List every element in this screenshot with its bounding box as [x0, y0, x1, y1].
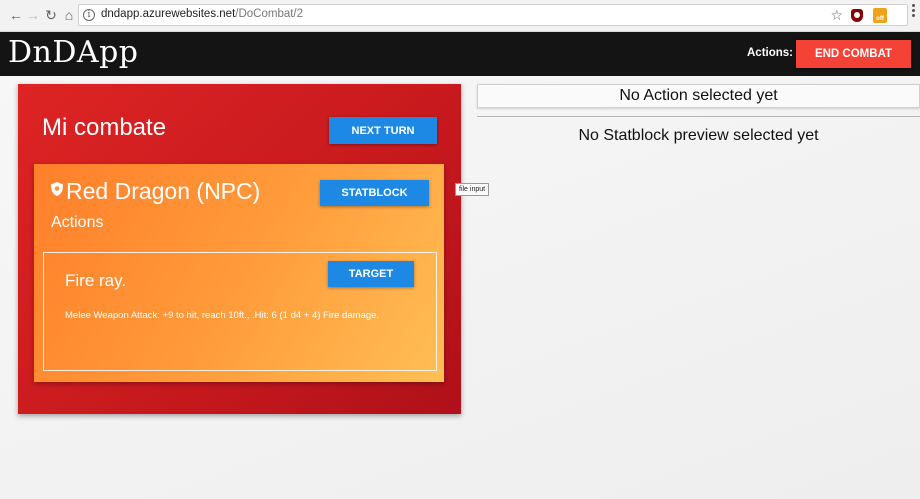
url-path: /DoCombat/2: [235, 8, 304, 20]
combat-card: Mi combate NEXT TURN Red Dragon (NPC) ST…: [18, 84, 461, 414]
actions-heading: Actions: [51, 214, 104, 231]
no-action-banner: No Action selected yet: [477, 84, 920, 108]
home-icon[interactable]: ⌂: [61, 7, 77, 23]
forward-arrow-icon[interactable]: →: [25, 7, 41, 23]
bookmark-star-icon[interactable]: ☆: [830, 7, 843, 24]
info-icon[interactable]: i: [83, 9, 95, 21]
shield-icon: [51, 182, 63, 196]
extension-off-icon[interactable]: off: [873, 8, 887, 23]
action-name: Fire ray.: [65, 271, 127, 290]
app-header: DnDApp Actions: END COMBAT: [0, 32, 920, 76]
action-description: Melee Weapon Attack: +9 to hit, reach 10…: [65, 310, 380, 321]
action-item: Fire ray. TARGET Melee Weapon Attack: +9…: [43, 252, 437, 371]
ublock-extension-icon[interactable]: [851, 9, 863, 22]
url-host: dndapp.azurewebsites.net: [101, 8, 236, 20]
reload-icon[interactable]: ↻: [43, 7, 59, 23]
file-input-tooltip: file input: [455, 183, 490, 196]
statblock-button[interactable]: STATBLOCK: [320, 180, 429, 206]
end-combat-button[interactable]: END COMBAT: [796, 40, 911, 68]
no-statblock-text: No Statblock preview selected yet: [578, 127, 819, 144]
npc-name: Red Dragon (NPC): [50, 178, 260, 205]
npc-name-text: Red Dragon (NPC): [66, 178, 261, 204]
next-turn-button[interactable]: NEXT TURN: [329, 117, 437, 144]
target-button[interactable]: TARGET: [328, 261, 414, 287]
divider: [477, 116, 920, 117]
extension-badge: off: [876, 16, 884, 22]
main-content: Mi combate NEXT TURN Red Dragon (NPC) ST…: [0, 76, 920, 499]
browser-menu-icon[interactable]: [912, 4, 916, 18]
url-text: dndapp.azurewebsites.net/DoCombat/2: [101, 8, 303, 20]
address-bar[interactable]: i dndapp.azurewebsites.net/DoCombat/2 ☆ …: [78, 4, 908, 26]
brand-logo[interactable]: DnDApp: [8, 35, 139, 70]
back-arrow-icon[interactable]: ←: [8, 7, 24, 23]
actions-label: Actions:: [747, 47, 793, 59]
browser-toolbar: ← → ↻ ⌂ i dndapp.azurewebsites.net/DoCom…: [0, 0, 920, 32]
combat-title: Mi combate: [42, 114, 167, 141]
npc-card: Red Dragon (NPC) STATBLOCK Actions Fire …: [34, 164, 444, 382]
